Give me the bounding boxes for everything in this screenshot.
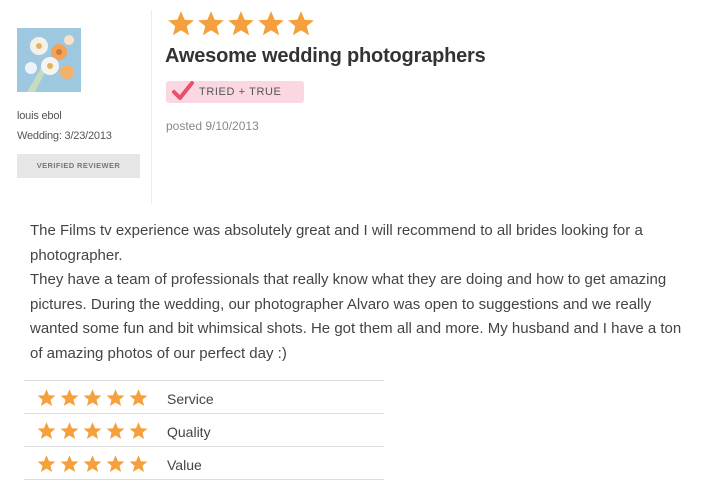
tried-true-badge: TRIED + TRUE (166, 81, 304, 103)
review-paragraph: The Films tv experience was absolutely g… (30, 222, 643, 264)
star-icon (37, 455, 56, 472)
star-icon (288, 11, 314, 36)
review-body: The Films tv experience was absolutely g… (30, 219, 695, 366)
review-paragraph: They have a team of professionals that r… (30, 271, 682, 362)
star-icon (106, 455, 125, 472)
badge-label: TRIED + TRUE (199, 86, 282, 98)
subrating-stars (36, 421, 151, 440)
star-icon (83, 389, 102, 406)
subrating-label: Value (167, 457, 202, 473)
reviewer-name[interactable]: louis ebol (17, 110, 62, 122)
star-icon (129, 389, 148, 406)
subrating-label: Service (167, 391, 214, 407)
star-icon (83, 422, 102, 439)
star-icon (83, 455, 102, 472)
star-icon (258, 11, 284, 36)
star-icon (198, 11, 224, 36)
avatar[interactable] (17, 28, 81, 92)
subrating-row-service: Service (24, 380, 384, 413)
posted-date: posted 9/10/2013 (166, 119, 259, 133)
star-icon (60, 389, 79, 406)
subrating-row-quality: Quality (24, 413, 384, 446)
star-icon (106, 389, 125, 406)
star-icon (37, 422, 56, 439)
bouquet-image (17, 28, 81, 92)
star-icon (106, 422, 125, 439)
star-icon (60, 455, 79, 472)
overall-rating (166, 8, 316, 38)
reviewer-panel: louis ebol Wedding: 3/23/2013 VERIFIED R… (0, 0, 150, 205)
subrating-label: Quality (167, 424, 211, 440)
review-title: Awesome wedding photographers (165, 45, 486, 67)
subrating-row-value: Value (24, 446, 384, 480)
wedding-date: Wedding: 3/23/2013 (17, 130, 112, 142)
star-icon (228, 11, 254, 36)
subratings-table: Service Quality Value (24, 380, 384, 480)
star-icon (60, 422, 79, 439)
star-icon (129, 455, 148, 472)
star-icon (168, 11, 194, 36)
vertical-divider (151, 10, 152, 204)
subrating-stars (36, 388, 151, 407)
checkmark-icon (172, 81, 194, 100)
verified-reviewer-badge: VERIFIED REVIEWER (17, 154, 140, 178)
star-icon (37, 389, 56, 406)
star-icon (129, 422, 148, 439)
subrating-stars (36, 454, 151, 473)
